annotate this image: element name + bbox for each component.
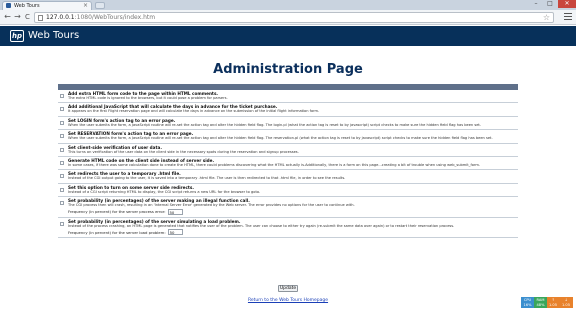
option-row: Set probability (in percentages) of the … [58, 218, 518, 239]
ram-value: 48% [536, 303, 545, 307]
upload-meter: ↑ 1.05 K/S [547, 297, 559, 312]
option-checkbox[interactable] [60, 134, 64, 139]
option-checkbox[interactable] [60, 161, 64, 166]
download-value: 1.05 K/S [561, 303, 570, 312]
option-checkbox[interactable] [60, 147, 64, 152]
url-path: :1080/WebTours/index.htm [74, 14, 156, 21]
hp-logo: hp [10, 30, 24, 42]
option-description: It appears on the first Flight reservati… [68, 109, 320, 114]
option-description: The extra HTML code is ignored to the br… [68, 96, 228, 100]
option-description: Instead of a CGI script returning HTML t… [68, 189, 261, 194]
option-description: When the user submits the form, a JavaSc… [68, 136, 493, 141]
option-description: The CGI process then will crash, resulti… [68, 203, 355, 208]
cpu-meter: CPU 16% [521, 297, 534, 308]
option-description: This turns on verification of the user d… [68, 149, 299, 154]
page-icon [38, 15, 43, 21]
url-text[interactable]: 127.0.0.1:1080/WebTours/index.htm [46, 14, 155, 22]
option-row: Set this option to turn on some server s… [58, 184, 518, 198]
option-row: Set redirects the user to a temporary .h… [58, 170, 518, 184]
reload-button[interactable]: C [23, 13, 32, 22]
minimize-button[interactable]: – [530, 0, 542, 8]
option-description: Instead of the process crashing, an HTML… [68, 223, 455, 228]
menu-icon[interactable] [564, 13, 572, 21]
address-bar[interactable]: 127.0.0.1:1080/WebTours/index.htm ☆ [34, 12, 554, 23]
browser-toolbar: ← → C 127.0.0.1:1080/WebTours/index.htm … [0, 10, 576, 25]
server-error-frequency-label: Frequency (in percent) for the server pr… [68, 209, 166, 215]
option-field: Frequency (in percent) for the server lo… [68, 229, 518, 236]
option-row: Add extra HTML form code to the page wit… [58, 90, 518, 104]
option-description: In some cases, if there was some calcula… [68, 163, 480, 168]
update-button[interactable]: Update [278, 285, 298, 292]
load-problem-frequency-label: Frequency (in percent) for the server lo… [68, 229, 166, 235]
web-page: hp Web Tours Administration Page Add ext… [0, 26, 576, 309]
favicon-icon [6, 3, 11, 8]
option-checkbox[interactable] [60, 94, 64, 98]
tab-strip: Web Tours × – □ ✕ [0, 0, 576, 10]
browser-tab[interactable]: Web Tours × [2, 1, 92, 10]
forward-button[interactable]: → [13, 13, 22, 22]
server-error-frequency-input[interactable]: 50 [167, 208, 183, 215]
system-monitor-widget: CPU 16% RAM 48% ↑ 1.05 K/S ↓ 1.05 K/S [521, 297, 573, 312]
upload-value: 1.05 K/S [548, 303, 557, 312]
option-row: Set LOGIN form's action tag to an error … [58, 117, 518, 131]
option-checkbox[interactable] [60, 221, 64, 226]
cpu-value: 16% [523, 303, 532, 307]
maximize-button[interactable]: □ [544, 0, 556, 8]
return-home-link[interactable]: Return to the Web Tours Homepage [0, 298, 576, 303]
option-description: Instead of the CGI output going to the u… [68, 176, 346, 181]
back-button[interactable]: ← [3, 13, 12, 22]
option-row: Set client-side verification of user dat… [58, 144, 518, 158]
option-row: Add additional JavaScript that will calc… [58, 103, 518, 117]
new-tab-button[interactable] [95, 2, 105, 9]
tab-title: Web Tours [14, 3, 40, 9]
close-window-button[interactable]: ✕ [558, 0, 576, 8]
option-field: Frequency (in percent) for the server pr… [68, 208, 518, 215]
options-list: Add extra HTML form code to the page wit… [58, 84, 518, 239]
download-meter: ↓ 1.05 K/S [559, 297, 573, 312]
option-checkbox[interactable] [60, 120, 64, 125]
load-problem-frequency-input[interactable]: 50 [167, 229, 183, 236]
url-host: 127.0.0.1 [46, 14, 75, 21]
option-checkbox[interactable] [60, 174, 64, 179]
option-checkbox[interactable] [60, 107, 64, 112]
option-description: When the user submits the form, a JavaSc… [68, 122, 481, 127]
option-row: Set RESERVATION form's action tag to an … [58, 130, 518, 144]
brand-name: Web Tours [28, 30, 80, 41]
tab-close-icon[interactable]: × [83, 2, 88, 10]
site-banner: hp Web Tours [0, 26, 576, 46]
page-title: Administration Page [213, 62, 363, 77]
option-row: Generate HTML code on the client side in… [58, 157, 518, 171]
option-checkbox[interactable] [60, 201, 64, 206]
option-row: Set probability (in percentages) of the … [58, 197, 518, 218]
bookmark-star-icon[interactable]: ☆ [543, 13, 550, 22]
ram-meter: RAM 48% [534, 297, 547, 308]
option-checkbox[interactable] [60, 187, 64, 192]
